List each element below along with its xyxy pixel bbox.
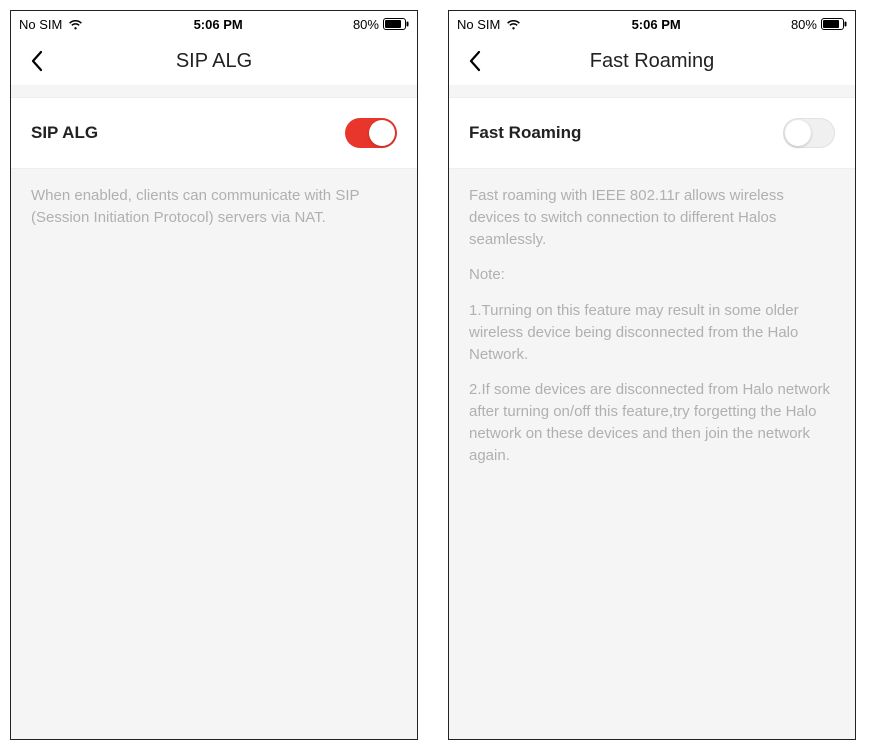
phone-screen-fast-roaming: No SIM 5:06 PM 80% Fast Roaming Fast Roa… bbox=[448, 10, 856, 740]
chevron-left-icon bbox=[467, 49, 483, 73]
phone-screen-sip-alg: No SIM 5:06 PM 80% SIP ALG SIP ALG When … bbox=[10, 10, 418, 740]
status-bar: No SIM 5:06 PM 80% bbox=[11, 11, 417, 37]
nav-bar: SIP ALG bbox=[11, 37, 417, 85]
back-button[interactable] bbox=[457, 43, 493, 79]
setting-label: Fast Roaming bbox=[469, 123, 581, 143]
carrier-label: No SIM bbox=[19, 17, 62, 32]
page-title: Fast Roaming bbox=[590, 50, 715, 73]
time-label: 5:06 PM bbox=[194, 17, 243, 32]
toggle-knob bbox=[785, 120, 811, 146]
battery-percent: 80% bbox=[353, 17, 379, 32]
status-left: No SIM bbox=[19, 17, 83, 32]
description-note-1: 1.Turning on this feature may result in … bbox=[469, 300, 835, 365]
description-note-label: Note: bbox=[469, 264, 835, 286]
battery-icon bbox=[821, 18, 847, 30]
battery-percent: 80% bbox=[791, 17, 817, 32]
setting-row-sip-alg: SIP ALG bbox=[11, 97, 417, 169]
setting-row-fast-roaming: Fast Roaming bbox=[449, 97, 855, 169]
description-area: Fast roaming with IEEE 802.11r allows wi… bbox=[449, 169, 855, 482]
carrier-label: No SIM bbox=[457, 17, 500, 32]
wifi-icon bbox=[68, 19, 83, 30]
back-button[interactable] bbox=[19, 43, 55, 79]
battery-icon bbox=[383, 18, 409, 30]
description-text: When enabled, clients can communicate wi… bbox=[31, 185, 397, 229]
page-title: SIP ALG bbox=[176, 50, 252, 73]
fast-roaming-toggle[interactable] bbox=[783, 118, 835, 148]
chevron-left-icon bbox=[29, 49, 45, 73]
description-note-2: 2.If some devices are disconnected from … bbox=[469, 379, 835, 466]
status-bar: No SIM 5:06 PM 80% bbox=[449, 11, 855, 37]
status-left: No SIM bbox=[457, 17, 521, 32]
nav-bar: Fast Roaming bbox=[449, 37, 855, 85]
setting-label: SIP ALG bbox=[31, 123, 98, 143]
sip-alg-toggle[interactable] bbox=[345, 118, 397, 148]
description-text: Fast roaming with IEEE 802.11r allows wi… bbox=[469, 185, 835, 250]
status-right: 80% bbox=[353, 17, 409, 32]
toggle-knob bbox=[369, 120, 395, 146]
description-area: When enabled, clients can communicate wi… bbox=[11, 169, 417, 245]
status-right: 80% bbox=[791, 17, 847, 32]
time-label: 5:06 PM bbox=[632, 17, 681, 32]
wifi-icon bbox=[506, 19, 521, 30]
